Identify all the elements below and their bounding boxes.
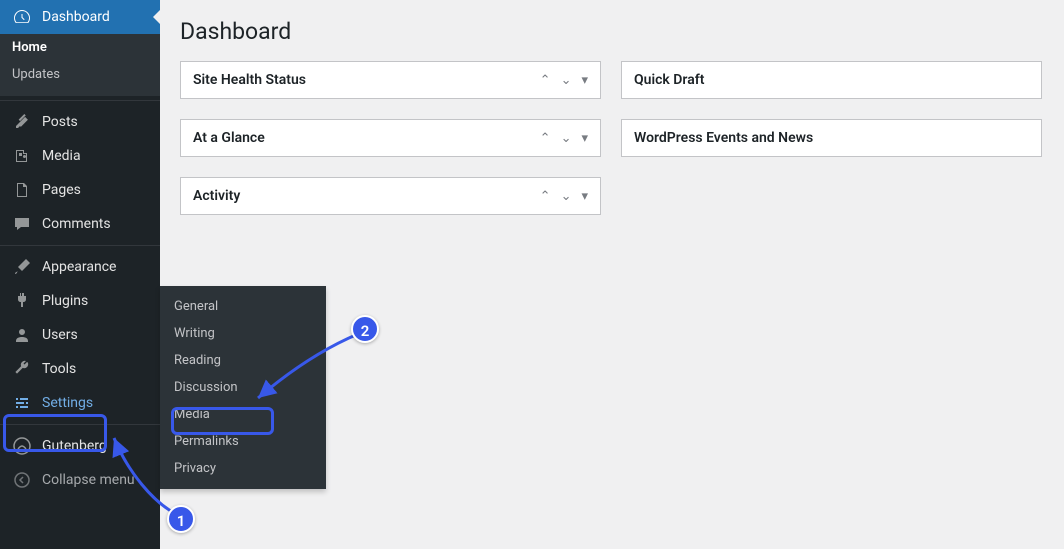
sidebar-item-dashboard[interactable]: Dashboard — [0, 0, 160, 34]
media-icon — [12, 146, 32, 166]
sidebar-item-label: Comments — [42, 216, 111, 232]
wrench-icon — [12, 359, 32, 379]
widget-site-health[interactable]: Site Health Status ⌃ ⌄ ▾ — [180, 61, 601, 99]
admin-sidebar: Dashboard Home Updates Posts Media Pages… — [0, 0, 160, 549]
move-up-icon[interactable]: ⌃ — [540, 131, 551, 146]
brush-icon — [12, 257, 32, 277]
sidebar-item-plugins[interactable]: Plugins — [0, 284, 160, 318]
sidebar-item-label: Plugins — [42, 293, 88, 309]
widget-controls: ⌃ ⌄ ▾ — [540, 189, 588, 204]
page-title: Dashboard — [180, 18, 1042, 45]
comments-icon — [12, 214, 32, 234]
sidebar-item-label: Users — [42, 327, 78, 343]
collapse-icon — [12, 470, 32, 490]
move-down-icon[interactable]: ⌄ — [561, 189, 572, 204]
toggle-icon[interactable]: ▾ — [581, 73, 588, 88]
move-down-icon[interactable]: ⌄ — [561, 73, 572, 88]
widget-events-news[interactable]: WordPress Events and News — [621, 119, 1042, 157]
gutenberg-icon — [12, 436, 32, 456]
sliders-icon — [12, 393, 32, 413]
widget-title: Site Health Status — [193, 72, 306, 88]
sidebar-item-label: Collapse menu — [42, 472, 135, 488]
sidebar-item-comments[interactable]: Comments — [0, 207, 160, 241]
sidebar-item-label: Appearance — [42, 259, 116, 275]
sidebar-sub-home[interactable]: Home — [0, 34, 160, 61]
move-down-icon[interactable]: ⌄ — [561, 131, 572, 146]
users-icon — [12, 325, 32, 345]
toggle-icon[interactable]: ▾ — [581, 189, 588, 204]
flyout-discussion[interactable]: Discussion — [160, 374, 326, 401]
annotation-balloon-2: 2 — [351, 315, 379, 343]
sidebar-item-settings[interactable]: Settings — [0, 386, 160, 420]
move-up-icon[interactable]: ⌃ — [540, 189, 551, 204]
widget-at-a-glance[interactable]: At a Glance ⌃ ⌄ ▾ — [180, 119, 601, 157]
sidebar-item-label: Gutenberg — [42, 438, 107, 454]
pages-icon — [12, 180, 32, 200]
sidebar-item-label: Tools — [42, 361, 76, 377]
sidebar-item-label: Settings — [42, 395, 93, 411]
widget-activity[interactable]: Activity ⌃ ⌄ ▾ — [180, 177, 601, 215]
pin-icon — [12, 112, 32, 132]
sidebar-item-label: Posts — [42, 114, 78, 130]
move-up-icon[interactable]: ⌃ — [540, 73, 551, 88]
toggle-icon[interactable]: ▾ — [581, 131, 588, 146]
sidebar-collapse[interactable]: Collapse menu — [0, 463, 160, 497]
settings-flyout: General Writing Reading Discussion Media… — [160, 286, 326, 489]
main-content: Dashboard Site Health Status ⌃ ⌄ ▾ At a … — [180, 0, 1062, 235]
widget-title: At a Glance — [193, 130, 265, 146]
widget-quick-draft[interactable]: Quick Draft — [621, 61, 1042, 99]
flyout-media[interactable]: Media — [160, 401, 326, 428]
dashboard-icon — [12, 7, 32, 27]
flyout-general[interactable]: General — [160, 293, 326, 320]
sidebar-item-tools[interactable]: Tools — [0, 352, 160, 386]
sidebar-item-label: Dashboard — [42, 9, 110, 25]
widget-controls: ⌃ ⌄ ▾ — [540, 131, 588, 146]
sidebar-item-label: Pages — [42, 182, 81, 198]
widget-title: Quick Draft — [634, 72, 704, 88]
sidebar-item-label: Media — [42, 148, 81, 164]
sidebar-item-users[interactable]: Users — [0, 318, 160, 352]
flyout-privacy[interactable]: Privacy — [160, 455, 326, 482]
widget-title: WordPress Events and News — [634, 130, 813, 146]
widget-title: Activity — [193, 188, 240, 204]
sidebar-item-media[interactable]: Media — [0, 139, 160, 173]
sidebar-item-gutenberg[interactable]: Gutenberg — [0, 429, 160, 463]
plugins-icon — [12, 291, 32, 311]
sidebar-item-appearance[interactable]: Appearance — [0, 250, 160, 284]
sidebar-sub-updates[interactable]: Updates — [0, 61, 160, 88]
flyout-permalinks[interactable]: Permalinks — [160, 428, 326, 455]
sidebar-item-posts[interactable]: Posts — [0, 105, 160, 139]
widget-controls: ⌃ ⌄ ▾ — [540, 73, 588, 88]
flyout-writing[interactable]: Writing — [160, 320, 326, 347]
sidebar-item-pages[interactable]: Pages — [0, 173, 160, 207]
sidebar-sub-dashboard: Home Updates — [0, 34, 160, 96]
flyout-reading[interactable]: Reading — [160, 347, 326, 374]
annotation-balloon-1: 1 — [167, 505, 195, 533]
